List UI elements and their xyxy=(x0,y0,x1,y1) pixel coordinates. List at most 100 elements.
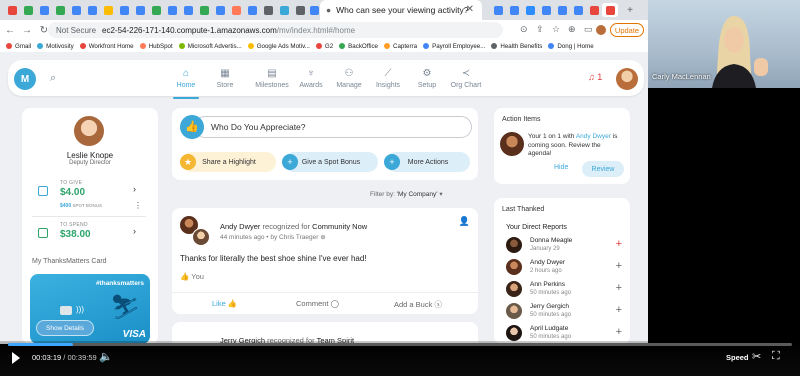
star-icon[interactable]: ☆ xyxy=(552,24,560,35)
motivosity-logo[interactable]: M xyxy=(14,68,36,90)
add-a-buck-button[interactable]: Add a Buck ⓢ xyxy=(394,299,442,310)
browser-tab[interactable] xyxy=(52,3,68,17)
forward-icon[interactable]: → xyxy=(20,25,34,36)
not-secure-label: Not Secure xyxy=(56,25,97,35)
feed-filter[interactable]: Filter by: 'My Company' ▾ xyxy=(370,190,443,198)
browser-tab[interactable] xyxy=(196,3,212,17)
review-button[interactable]: Review xyxy=(582,161,624,177)
bookmark-item[interactable]: Health Benefits xyxy=(491,43,542,50)
bookmark-item[interactable]: G2 xyxy=(315,43,333,50)
thanksmatters-card[interactable]: #thanksmatters ))) ⛷ Show Details VISA xyxy=(30,274,150,344)
browser-tab[interactable] xyxy=(276,3,292,17)
avatar xyxy=(506,303,522,319)
bookmark-item[interactable]: Motivosity xyxy=(37,43,74,50)
browser-tab[interactable] xyxy=(132,3,148,17)
thank-plus-icon[interactable]: + xyxy=(616,326,622,338)
giver-avatar[interactable] xyxy=(192,228,210,246)
browser-tab[interactable] xyxy=(148,3,164,17)
browser-tab[interactable] xyxy=(602,3,618,17)
browser-tab[interactable] xyxy=(68,3,84,17)
profile-avatar[interactable] xyxy=(596,25,606,35)
volume-icon[interactable]: 🔈 xyxy=(99,350,113,363)
back-icon[interactable]: ← xyxy=(3,25,17,36)
new-tab-icon[interactable]: + xyxy=(622,3,638,17)
profile-avatar[interactable] xyxy=(74,116,104,146)
browser-tab[interactable] xyxy=(244,3,260,17)
close-tab-icon[interactable]: ✕ xyxy=(466,4,474,15)
browser-tab[interactable] xyxy=(212,3,228,17)
browser-tab[interactable] xyxy=(554,3,570,17)
browser-tab[interactable] xyxy=(228,3,244,17)
bookmark-item[interactable]: Workfront Home xyxy=(79,43,134,50)
browser-tab[interactable] xyxy=(260,3,276,17)
notifications[interactable]: ♫ 1 xyxy=(588,72,602,82)
action-item-person[interactable]: Andy Dwyer xyxy=(576,133,611,140)
thank-plus-icon[interactable]: + xyxy=(616,260,622,272)
bookmark-item[interactable]: Microsoft Advertis... xyxy=(178,43,242,50)
playback-time: 00:03:19 / 00:39:59 xyxy=(32,353,97,362)
give-spot-bonus-button[interactable]: + Give a Spot Bonus xyxy=(282,152,378,172)
scissors-icon[interactable]: ✂ xyxy=(752,350,761,363)
browser-tab[interactable] xyxy=(586,3,602,17)
comment-button[interactable]: Comment ◯ xyxy=(296,299,339,308)
browser-tab[interactable] xyxy=(522,3,538,17)
to-spend-row[interactable]: TO SPEND $38.00 › xyxy=(32,222,150,248)
browser-tab[interactable] xyxy=(20,3,36,17)
lock-icon[interactable]: ⊙ xyxy=(520,24,528,35)
bookmark-item[interactable]: BackOffice xyxy=(339,43,378,50)
bookmark-item[interactable]: Dong | Home xyxy=(548,43,594,50)
bookmark-item[interactable]: HubSpot xyxy=(139,43,173,50)
post-award[interactable]: Community Now xyxy=(312,222,367,231)
thank-plus-icon[interactable]: + xyxy=(616,304,622,316)
card-chip-icon xyxy=(60,306,72,315)
browser-tab[interactable] xyxy=(84,3,100,17)
browser-window: ● Who can see your viewing activity? ✕ +… xyxy=(0,0,648,344)
like-button[interactable]: Like 👍 xyxy=(212,299,237,308)
show-details-button[interactable]: Show Details xyxy=(36,320,94,336)
update-button[interactable]: Update xyxy=(610,23,644,37)
bookmark-item[interactable]: Capterra xyxy=(383,43,417,50)
appreciate-input[interactable]: Who Do You Appreciate? xyxy=(194,116,472,138)
direct-report-row[interactable]: Jerry Gergich 50 minutes ago + xyxy=(506,302,624,322)
speed-button[interactable]: Speed xyxy=(726,353,749,362)
browser-tab[interactable] xyxy=(538,3,554,17)
extension-icon[interactable]: ⊕ xyxy=(568,24,576,35)
nav-store[interactable]: ▦ Store xyxy=(200,68,250,89)
sidebar-icon[interactable]: ▭ xyxy=(584,24,593,35)
browser-tab[interactable] xyxy=(116,3,132,17)
browser-tab[interactable] xyxy=(506,3,522,17)
store-icon: ▦ xyxy=(220,68,230,79)
bookmark-item[interactable]: Google Ads Motiv... xyxy=(247,43,310,50)
post-author[interactable]: Andy Dwyer xyxy=(220,222,260,231)
more-options-icon[interactable]: ⋮ xyxy=(134,201,142,210)
progress-bar[interactable] xyxy=(8,343,792,346)
share-icon[interactable]: ⇪ xyxy=(536,24,544,35)
direct-report-row[interactable]: Donna Meagle January 29 + xyxy=(506,236,624,256)
browser-tab[interactable] xyxy=(100,3,116,17)
user-avatar[interactable] xyxy=(616,68,638,90)
more-actions-button[interactable]: + More Actions xyxy=(384,152,470,172)
url-field[interactable]: Not Secure ec2-54-226-171-140.compute-1.… xyxy=(48,22,503,38)
bookmark-item[interactable]: Gmail xyxy=(6,43,31,50)
browser-tab[interactable] xyxy=(490,3,506,17)
browser-tab[interactable] xyxy=(4,3,20,17)
fullscreen-icon[interactable]: ⛶ xyxy=(772,350,780,363)
play-icon[interactable] xyxy=(12,352,20,364)
thank-plus-icon[interactable]: + xyxy=(616,282,622,294)
browser-tab[interactable] xyxy=(164,3,180,17)
direct-report-row[interactable]: Ann Perkins 50 minutes ago + xyxy=(506,280,624,300)
chevron-right-icon[interactable]: › xyxy=(133,226,136,236)
thank-plus-icon[interactable]: + xyxy=(616,238,622,250)
browser-tab[interactable] xyxy=(180,3,196,17)
browser-tab[interactable] xyxy=(36,3,52,17)
direct-report-row[interactable]: Andy Dwyer 2 hours ago + xyxy=(506,258,624,278)
browser-tab[interactable] xyxy=(570,3,586,17)
search-icon[interactable]: ⌕ xyxy=(50,72,56,85)
hide-button[interactable]: Hide xyxy=(554,164,568,171)
bookmarks-bar: Gmail Motivosity Workfront Home HubSpot … xyxy=(0,40,648,52)
nav-org-chart[interactable]: ≺ Org Chart xyxy=(441,68,491,89)
share-highlight-button[interactable]: ★ Share a Highlight xyxy=(180,152,276,172)
bookmark-item[interactable]: Payroll Employee... xyxy=(423,43,485,50)
chevron-right-icon[interactable]: › xyxy=(133,184,136,194)
active-tab[interactable]: ● Who can see your viewing activity? ✕ xyxy=(320,0,482,20)
